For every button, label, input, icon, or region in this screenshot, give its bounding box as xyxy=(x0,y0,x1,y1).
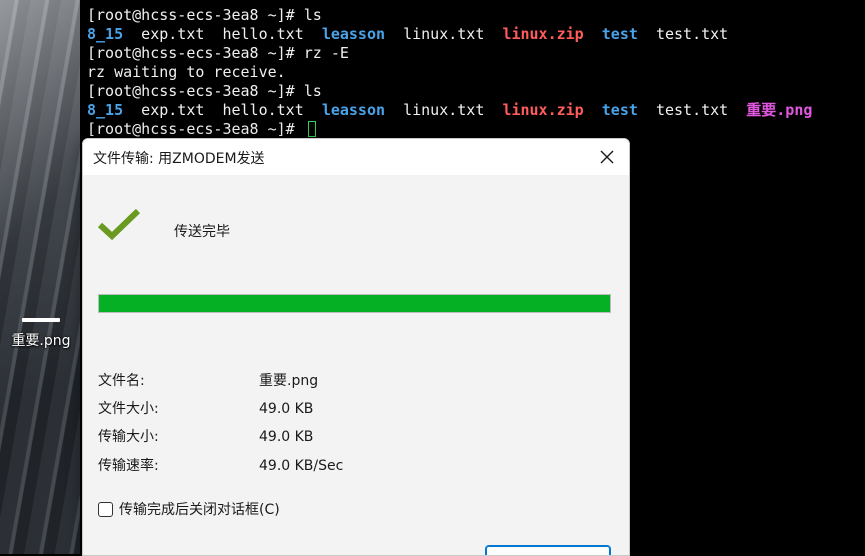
dialog-titlebar[interactable]: 文件传输: 用ZMODEM发送 xyxy=(83,139,629,175)
terminal-cursor xyxy=(307,121,316,137)
terminal-dir-entry: test xyxy=(601,101,638,119)
transfer-status-text: 传送完毕 xyxy=(174,224,230,240)
dialog-title: 文件传输: 用ZMODEM发送 xyxy=(93,151,265,167)
transfer-rate-label: 传输速率: xyxy=(98,458,159,474)
file-name-label: 文件名: xyxy=(98,373,145,389)
terminal-dir-entry: leasson xyxy=(321,25,386,43)
close-icon xyxy=(600,150,614,164)
terminal-prompt-line[interactable]: [root@hcss-ecs-3ea8 ~]# xyxy=(87,120,316,139)
terminal-dir-entry: test xyxy=(601,25,638,43)
terminal-img-entry: 重要.png xyxy=(746,101,813,119)
terminal-text: exp.txt hello.txt xyxy=(123,25,322,43)
dialog-close-button[interactable] xyxy=(585,139,629,175)
transfer-size-label: 传输大小: xyxy=(98,429,159,445)
terminal-line: [root@hcss-ecs-3ea8 ~]# ls xyxy=(87,6,322,24)
terminal-text: linux.txt xyxy=(385,25,503,43)
transfer-progress-bar xyxy=(98,294,611,313)
close-after-transfer-option[interactable]: 传输完成后关闭对话框(C) xyxy=(98,499,280,519)
terminal-zip-entry: linux.zip xyxy=(502,101,584,119)
desktop-file-label: 重要.png xyxy=(11,333,71,349)
file-size-label: 文件大小: xyxy=(98,401,159,417)
terminal-text: linux.txt xyxy=(385,101,503,119)
close-after-transfer-checkbox[interactable] xyxy=(98,501,113,517)
terminal-dir-entry: 8_15 xyxy=(87,25,124,43)
terminal-dir-entry: 8_15 xyxy=(87,101,124,119)
terminal-prompt: [root@hcss-ecs-3ea8 ~]# xyxy=(87,120,304,138)
terminal-text: test.txt xyxy=(637,25,729,43)
file-size-value: 49.0 KB xyxy=(259,401,314,417)
terminal-text: test.txt xyxy=(637,101,747,119)
close-after-transfer-label: 传输完成后关闭对话框(C) xyxy=(119,502,280,518)
terminal-line: [root@hcss-ecs-3ea8 ~]# rz -E xyxy=(87,44,349,62)
terminal-ls-output: 8_15 exp.txt hello.txt leasson linux.txt… xyxy=(87,101,812,120)
checkmark-icon xyxy=(97,208,141,241)
transfer-size-value: 49.0 KB xyxy=(259,429,314,445)
desktop-file-icon-item[interactable]: 重要.png xyxy=(4,318,78,350)
file-icon xyxy=(22,318,60,322)
progress-fill xyxy=(99,295,610,312)
file-name-value: 重要.png xyxy=(259,373,319,389)
desktop-background: 重要.png xyxy=(0,0,80,554)
terminal-line: rz waiting to receive. xyxy=(87,63,286,81)
dialog-body: 传送完毕 文件名: 重要.png 文件大小: 49.0 KB 传输大小: 49.… xyxy=(83,175,629,555)
terminal-text: exp.txt hello.txt xyxy=(123,101,322,119)
terminal-dir-entry: leasson xyxy=(321,101,386,119)
terminal-line: [root@hcss-ecs-3ea8 ~]# ls xyxy=(87,82,322,100)
file-transfer-dialog: 文件传输: 用ZMODEM发送 传送完毕 文件名: 重要.png 文件大小: 4… xyxy=(82,138,630,556)
terminal-ls-output: 8_15 exp.txt hello.txt leasson linux.txt… xyxy=(87,25,728,44)
close-button[interactable]: 关闭 xyxy=(485,545,611,555)
terminal-zip-entry: linux.zip xyxy=(502,25,584,43)
transfer-rate-value: 49.0 KB/Sec xyxy=(259,458,344,474)
